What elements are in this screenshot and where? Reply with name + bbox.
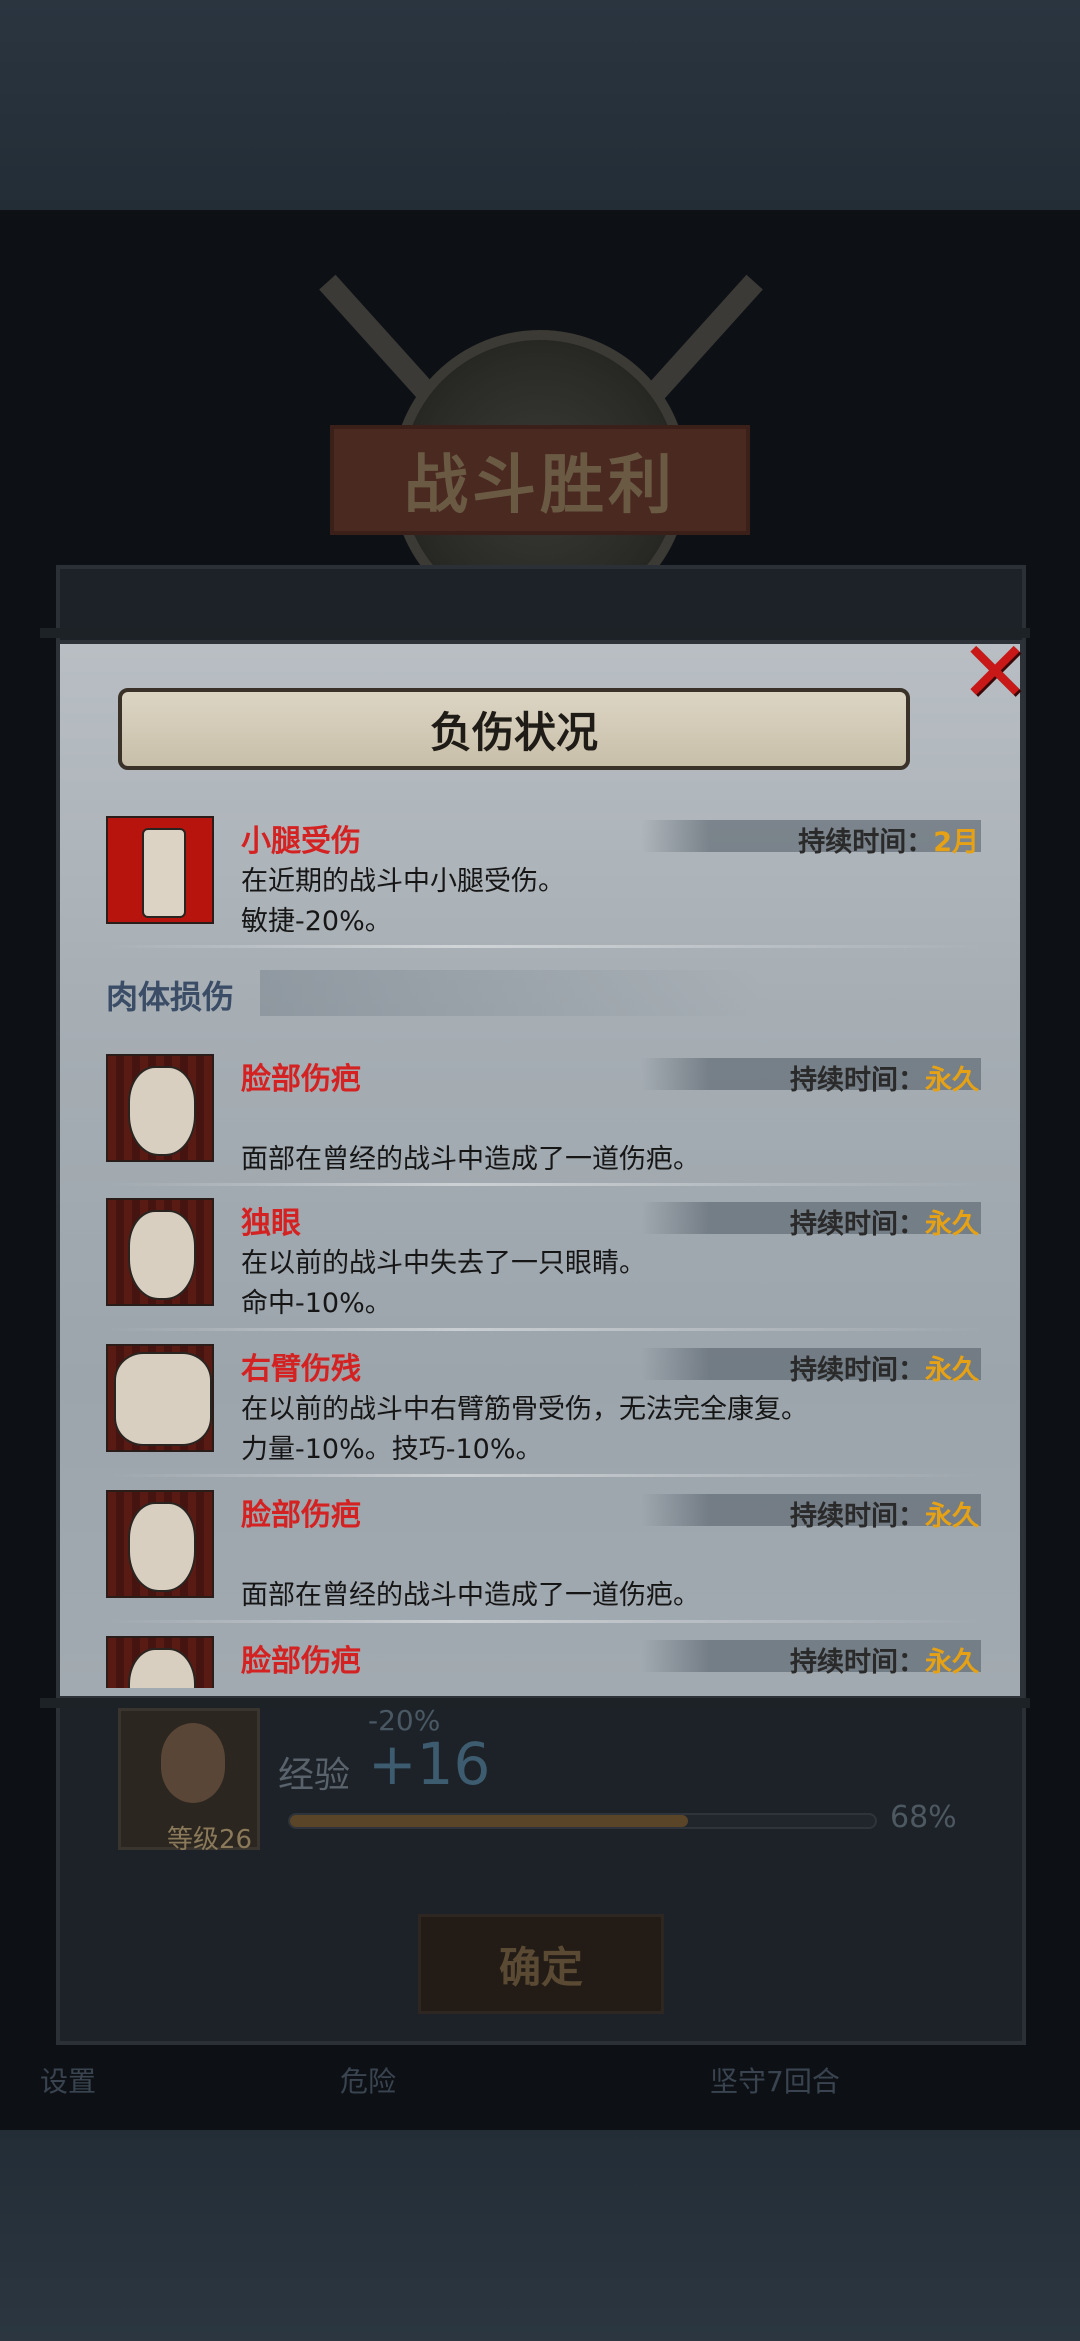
injury-name: 右臂伤残: [241, 1352, 361, 1387]
duration-box: 持续时间：永久: [641, 1058, 981, 1096]
bandaged-face-icon: [106, 1198, 214, 1306]
bandaged-face-icon: [106, 1054, 214, 1162]
divider: [106, 1620, 986, 1623]
injury-desc: 面部在曾经的战斗中造成了一道伤疤。: [241, 1144, 700, 1175]
divider: [106, 1328, 986, 1331]
victory-ribbon: 战斗胜利: [330, 425, 750, 535]
bandaged-arm-icon: [106, 1344, 214, 1452]
hero-level: 等级26: [167, 1825, 253, 1855]
injury-entry[interactable]: 小腿受伤 持续时间：2月 在近期的战斗中小腿受伤。 敏捷-20%。: [106, 816, 986, 937]
duration-box: 持续时间：永久: [641, 1202, 981, 1240]
duration-box: 持续时间：永久: [641, 1494, 981, 1532]
injury-effect: 敏捷-20%。: [241, 906, 392, 937]
dialog-title-plate: 负伤状况: [118, 688, 910, 770]
injury-duration: 持续时间：2月: [798, 827, 979, 858]
injury-name: 独眼: [241, 1206, 301, 1241]
exp-progress-bar: [288, 1813, 877, 1829]
injury-entry[interactable]: 脸部伤疤 持续时间：永久 面部在曾经的战斗中造成了一道伤疤。: [106, 1054, 986, 1175]
hero-portrait: [161, 1723, 225, 1803]
victory-title: 战斗胜利: [404, 449, 676, 523]
injury-desc: 在近期的战斗中小腿受伤。: [241, 866, 565, 897]
bottom-nav: 设置 危险 坚守7回合: [0, 2040, 1080, 2130]
nav-settings[interactable]: 设置: [40, 2060, 96, 2100]
duration-box: 持续时间：永久: [641, 1348, 981, 1386]
divider: [106, 1474, 986, 1477]
injury-name: 脸部伤疤: [241, 1644, 361, 1679]
injury-entry[interactable]: 脸部伤疤 持续时间：永久: [106, 1636, 986, 1688]
injury-duration: 持续时间：永久: [790, 1647, 979, 1678]
confirm-label: 确定: [498, 1942, 583, 1992]
injury-entry[interactable]: 独眼 持续时间：永久 在以前的战斗中失去了一只眼睛。 命中-10%。: [106, 1198, 986, 1319]
exp-progress-fill: [290, 1815, 688, 1827]
section-label: 肉体损伤: [106, 978, 235, 1016]
nav-danger[interactable]: 危险: [340, 2060, 396, 2100]
top-backdrop: [0, 0, 1080, 210]
injury-effect: 命中-10%。: [241, 1288, 392, 1319]
injury-name: 脸部伤疤: [241, 1498, 361, 1533]
confirm-button[interactable]: 确定: [418, 1914, 664, 2014]
duration-box: 持续时间：永久: [641, 1640, 981, 1678]
hero-exp-row: 等级26 -20% 经验 +16 68%: [118, 1704, 968, 1855]
exp-label: 经验: [278, 1755, 351, 1796]
injury-duration: 持续时间：永久: [790, 1355, 979, 1386]
injury-duration: 持续时间：永久: [790, 1501, 979, 1532]
injury-desc: 面部在曾经的战斗中造成了一道伤疤。: [241, 1580, 700, 1611]
injury-desc: 在以前的战斗中右臂筋骨受伤，无法完全康复。: [241, 1394, 808, 1425]
nav-hold: 坚守7回合: [710, 2065, 840, 2098]
duration-box: 持续时间：2月: [641, 820, 981, 858]
close-icon: ✕: [959, 623, 1031, 721]
hero-avatar: 等级26: [118, 1708, 260, 1855]
injury-desc: 在以前的战斗中失去了一只眼睛。: [241, 1248, 646, 1279]
divider: [106, 945, 986, 948]
bandaged-face-icon: [106, 1490, 214, 1598]
injury-entry[interactable]: 右臂伤残 持续时间：永久 在以前的战斗中右臂筋骨受伤，无法完全康复。 力量-10…: [106, 1344, 986, 1465]
bandaged-face-icon: [106, 1636, 214, 1688]
injury-name: 小腿受伤: [241, 824, 361, 859]
exp-percent: 68%: [890, 1800, 957, 1835]
injury-duration: 持续时间：永久: [790, 1065, 979, 1096]
injury-duration: 持续时间：永久: [790, 1209, 979, 1240]
bandaged-leg-icon: [106, 816, 214, 924]
section-strip: [260, 970, 760, 1016]
injury-entry[interactable]: 脸部伤疤 持续时间：永久 面部在曾经的战斗中造成了一道伤疤。: [106, 1490, 986, 1611]
injury-name: 脸部伤疤: [241, 1062, 361, 1097]
bottom-backdrop: [0, 2130, 1080, 2341]
close-button[interactable]: ✕: [955, 623, 1035, 721]
divider: [106, 1183, 986, 1186]
injury-effect: 力量-10%。技巧-10%。: [241, 1434, 543, 1465]
dialog-title: 负伤状况: [429, 707, 598, 757]
exp-gain: +16: [368, 1730, 491, 1798]
